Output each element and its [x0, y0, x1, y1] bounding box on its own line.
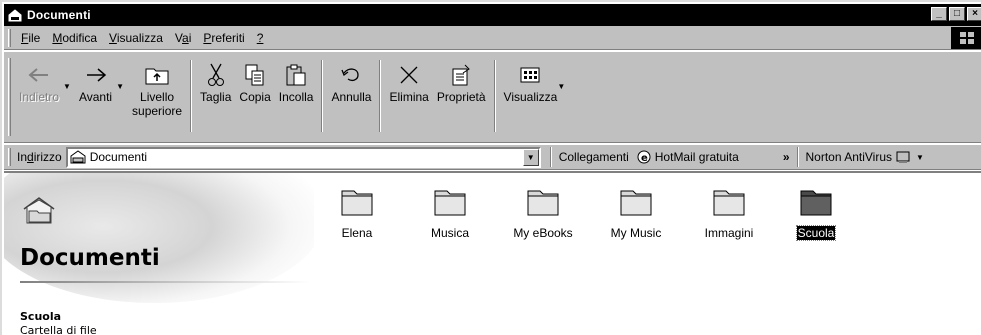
address-bar: Indirizzo Documenti ▼ Collegamenti e Hot…	[4, 144, 981, 170]
page-title: Documenti	[20, 245, 160, 271]
window-title: Documenti	[27, 8, 91, 22]
home-folder-icon	[7, 7, 23, 23]
forward-arrow-icon	[85, 62, 107, 88]
windows-logo-icon	[951, 27, 981, 49]
menu-help[interactable]: ?	[251, 31, 270, 45]
copy-button[interactable]: Copia	[239, 52, 271, 104]
undo-icon	[340, 62, 362, 88]
folder-item-my-ebooks[interactable]: My eBooks	[508, 187, 578, 240]
menu-visualizza[interactable]: Visualizza	[103, 31, 169, 45]
clipboard-icon	[285, 62, 307, 88]
menu-grip[interactable]	[8, 28, 11, 47]
up-label-line-2: superiore	[132, 104, 183, 118]
selected-item-name: Scuola	[20, 310, 62, 323]
toolbar-grip[interactable]	[8, 58, 11, 136]
folder-icon	[619, 187, 653, 220]
delete-x-icon	[398, 62, 420, 88]
undo-button[interactable]: Annulla	[331, 52, 371, 104]
folder-content-area: Documenti Scuola Cartella di file Elena …	[4, 171, 981, 335]
properties-button[interactable]: Proprietà	[437, 52, 486, 104]
menu-preferiti[interactable]: Preferiti	[197, 31, 250, 45]
folder-icon	[340, 187, 374, 220]
standard-toolbar: Indietro ▼ Avanti ▼ Livello superiore Tag…	[4, 51, 981, 143]
header-background-swirl	[4, 173, 314, 303]
menu-vai[interactable]: Vai	[169, 31, 197, 45]
menu-file[interactable]: File	[15, 31, 46, 45]
folder-item-musica[interactable]: Musica	[415, 187, 485, 240]
folder-item-scuola[interactable]: Scuola	[781, 187, 851, 241]
back-dropdown-arrow[interactable]: ▼	[63, 82, 71, 91]
links-separator	[549, 147, 552, 167]
home-folder-icon	[70, 150, 86, 164]
hotmail-link[interactable]: HotMail gratuita	[655, 150, 739, 164]
views-grid-icon	[519, 62, 541, 88]
forward-button[interactable]: Avanti	[79, 52, 112, 104]
copy-icon	[244, 62, 266, 88]
folder-up-icon	[144, 62, 170, 88]
explorer-window: Documenti _ □ × File Modifica Visualizza…	[0, 0, 981, 335]
web-view-panel: Documenti Scuola Cartella di file	[4, 173, 314, 335]
toolbar-separator	[190, 60, 193, 132]
title-divider	[20, 281, 310, 283]
links-more-chevron[interactable]: »	[783, 150, 790, 164]
back-arrow-icon	[28, 62, 50, 88]
address-input[interactable]: Documenti ▼	[65, 146, 541, 168]
address-label: Indirizzo	[17, 150, 62, 164]
delete-button[interactable]: Elimina	[389, 52, 429, 104]
norton-dropdown-arrow[interactable]: ▼	[916, 153, 924, 162]
folder-icon	[433, 187, 467, 220]
norton-antivirus-button[interactable]: Norton AntiVirus	[806, 150, 893, 164]
title-bar[interactable]: Documenti _ □ ×	[4, 4, 981, 26]
minimize-button[interactable]: _	[931, 7, 947, 21]
links-separator	[796, 147, 799, 167]
properties-icon	[450, 62, 472, 88]
links-bar: Collegamenti e HotMail gratuita » Norton…	[547, 147, 924, 167]
views-dropdown-arrow[interactable]: ▼	[557, 82, 565, 91]
scissors-icon	[206, 62, 226, 88]
toolbar-separator	[321, 60, 324, 132]
maximize-button[interactable]: □	[949, 7, 965, 21]
ie-page-icon: e	[637, 150, 651, 164]
forward-dropdown-arrow[interactable]: ▼	[116, 82, 124, 91]
folder-icon	[526, 187, 560, 220]
menu-modifica[interactable]: Modifica	[46, 31, 103, 45]
home-folder-large-icon	[22, 195, 56, 230]
folder-item-immagini[interactable]: Immagini	[694, 187, 764, 240]
address-grip[interactable]	[8, 148, 11, 166]
back-button[interactable]: Indietro	[19, 52, 59, 104]
folder-icon	[712, 187, 746, 220]
folder-item-my-music[interactable]: My Music	[601, 187, 671, 240]
cut-button[interactable]: Taglia	[200, 52, 231, 104]
menu-bar: File Modifica Visualizza Vai Preferiti ?	[4, 26, 981, 50]
toolbar-separator	[493, 60, 496, 132]
close-button[interactable]: ×	[967, 7, 981, 21]
views-button[interactable]: Visualizza	[504, 52, 557, 104]
address-value: Documenti	[89, 150, 148, 164]
up-label-line-1: Livello	[140, 90, 175, 104]
folder-item-elena[interactable]: Elena	[322, 187, 392, 240]
links-label[interactable]: Collegamenti	[559, 150, 629, 164]
up-level-button[interactable]: Livello superiore	[132, 52, 182, 118]
selected-item-type: Cartella di file	[20, 324, 97, 335]
norton-icon	[896, 150, 912, 164]
address-dropdown-button[interactable]: ▼	[522, 148, 539, 166]
paste-button[interactable]: Incolla	[279, 52, 313, 104]
folder-icon	[799, 187, 833, 220]
toolbar-separator	[379, 60, 382, 132]
svg-text:e: e	[641, 153, 648, 164]
